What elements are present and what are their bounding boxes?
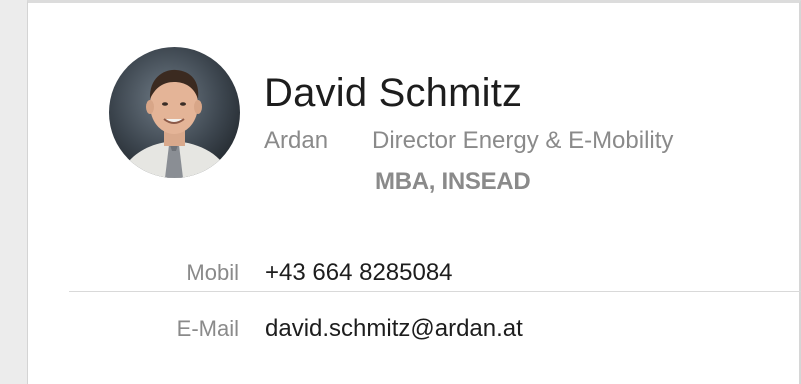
avatar-photo-icon [109,47,240,178]
phone-label: Mobil [186,260,239,285]
email-label: E-Mail [176,316,239,341]
contact-company: Ardan [264,127,329,154]
email-value[interactable]: david.schmitz@ardan.at [265,315,523,343]
phone-value[interactable]: +43 664 8285084 [265,259,453,287]
avatar [109,47,240,178]
contact-job-title: Director Energy & E-Mobility [372,127,674,154]
contact-name: David Schmitz [264,71,523,115]
contact-department: MBA, INSEAD [375,168,531,195]
field-divider [69,291,801,292]
contact-card: David Schmitz Ardan Director Energy & E-… [27,0,801,384]
